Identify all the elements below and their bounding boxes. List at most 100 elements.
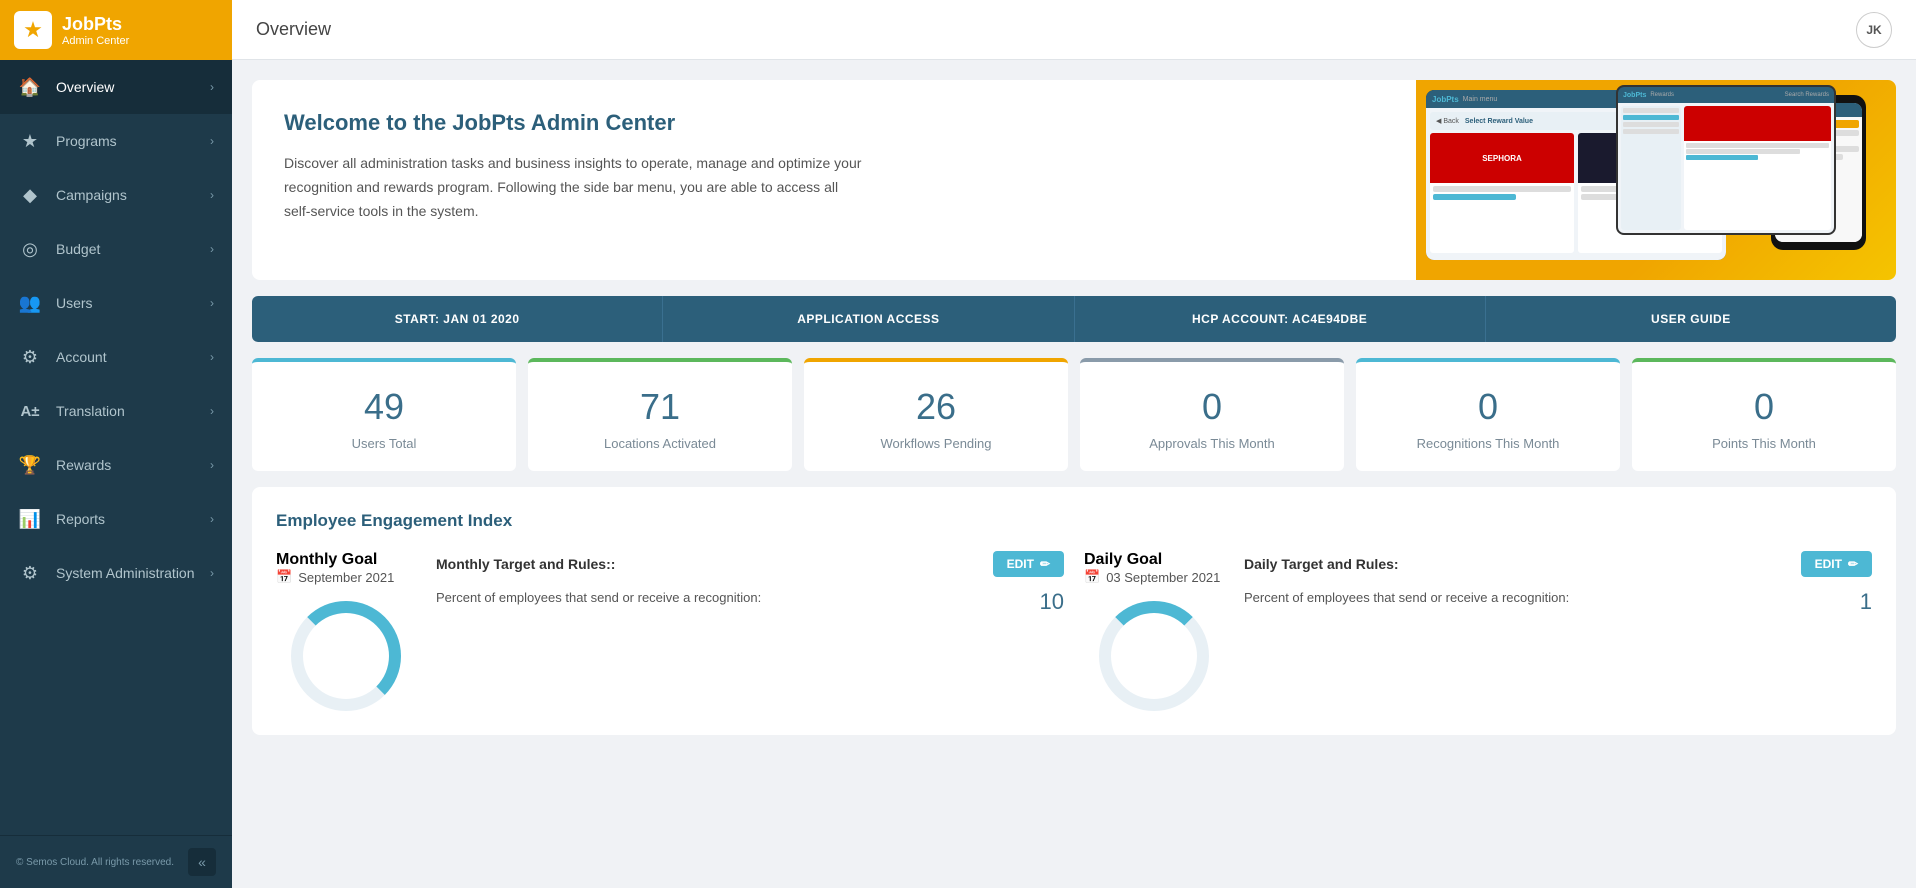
collapse-sidebar-button[interactable]: « — [188, 848, 216, 876]
monthly-rules-column: Monthly Target and Rules:: EDIT ✏ Percen… — [436, 551, 1064, 711]
stat-label-workflows: Workflows Pending — [820, 436, 1052, 451]
app-title: JobPts Admin Center — [62, 14, 129, 47]
chevron-right-icon: › — [210, 350, 214, 364]
stat-label-points: Points This Month — [1648, 436, 1880, 451]
monthly-rules-title: Monthly Target and Rules:: — [436, 556, 615, 572]
trophy-icon: 🏆 — [18, 455, 42, 476]
monthly-goal-date: 📅 September 2021 — [276, 569, 416, 585]
daily-rules-title: Daily Target and Rules: — [1244, 556, 1399, 572]
sidebar-nav: 🏠 Overview › ★ Programs › ◆ Campaigns › … — [0, 60, 232, 835]
system-admin-icon: ⚙ — [18, 563, 42, 584]
daily-rule-label: Percent of employees that send or receiv… — [1244, 589, 1820, 607]
gear-icon: ⚙ — [18, 347, 42, 368]
monthly-rule-label: Percent of employees that send or receiv… — [436, 589, 1012, 607]
chevron-right-icon: › — [210, 512, 214, 526]
engagement-title: Employee Engagement Index — [276, 511, 1872, 531]
welcome-description: Discover all administration tasks and bu… — [284, 152, 864, 223]
daily-rules-column: Daily Target and Rules: EDIT ✏ Percent o… — [1244, 551, 1872, 711]
pencil-icon: ✏ — [1040, 557, 1050, 571]
daily-rule-value: 1 — [1832, 589, 1872, 615]
welcome-image: JobPts Main menu Admin Panel ▾ Anna Will… — [1416, 80, 1896, 280]
home-icon: 🏠 — [18, 77, 42, 98]
monthly-goal-column: Monthly Goal 📅 September 2021 — [276, 551, 416, 711]
app-name: JobPts — [62, 14, 129, 35]
pencil-icon: ✏ — [1848, 557, 1858, 571]
topbar: Overview JK — [232, 0, 1916, 60]
monthly-edit-label: EDIT — [1007, 557, 1034, 571]
welcome-title: Welcome to the JobPts Admin Center — [284, 110, 1384, 136]
sidebar-item-campaigns[interactable]: ◆ Campaigns › — [0, 168, 232, 222]
action-bar: START: JAN 01 2020 APPLICATION ACCESS HC… — [252, 296, 1896, 342]
calendar-icon: 📅 — [1084, 569, 1100, 585]
sidebar-item-translation[interactable]: A± Translation › — [0, 384, 232, 438]
stat-number-workflows: 26 — [820, 386, 1052, 428]
stat-number-approvals: 0 — [1096, 386, 1328, 428]
sidebar: ★ JobPts Admin Center 🏠 Overview › ★ Pro… — [0, 0, 232, 888]
content-area: Welcome to the JobPts Admin Center Disco… — [232, 60, 1916, 888]
stat-number-users: 49 — [268, 386, 500, 428]
monthly-rules-header: Monthly Target and Rules:: EDIT ✏ — [436, 551, 1064, 577]
reports-icon: 📊 — [18, 509, 42, 530]
daily-goal-circle — [1099, 601, 1209, 711]
footer-text: © Semos Cloud. All rights reserved. — [16, 857, 174, 868]
sidebar-item-programs[interactable]: ★ Programs › — [0, 114, 232, 168]
stat-card-recognitions: 0 Recognitions This Month — [1356, 358, 1620, 471]
chevron-right-icon: › — [210, 458, 214, 472]
budget-icon: ◎ — [18, 239, 42, 260]
monthly-engagement: Monthly Goal 📅 September 2021 Monthly Ta… — [276, 551, 1064, 711]
stat-card-approvals: 0 Approvals This Month — [1080, 358, 1344, 471]
welcome-banner: Welcome to the JobPts Admin Center Disco… — [252, 80, 1896, 280]
monthly-rule-row: Percent of employees that send or receiv… — [436, 589, 1064, 615]
chevron-right-icon: › — [210, 188, 214, 202]
stat-card-workflows: 26 Workflows Pending — [804, 358, 1068, 471]
daily-rules-header: Daily Target and Rules: EDIT ✏ — [1244, 551, 1872, 577]
sidebar-item-users[interactable]: 👥 Users › — [0, 276, 232, 330]
sidebar-item-reports[interactable]: 📊 Reports › — [0, 492, 232, 546]
monthly-goal-label: Monthly Goal — [276, 551, 416, 569]
user-avatar[interactable]: JK — [1856, 12, 1892, 48]
page-title: Overview — [256, 19, 331, 40]
monthly-edit-button[interactable]: EDIT ✏ — [993, 551, 1064, 577]
sidebar-item-budget[interactable]: ◎ Budget › — [0, 222, 232, 276]
daily-engagement: Daily Goal 📅 03 September 2021 Daily Tar… — [1084, 551, 1872, 711]
campaigns-icon: ◆ — [18, 185, 42, 206]
stat-card-users: 49 Users Total — [252, 358, 516, 471]
daily-edit-label: EDIT — [1815, 557, 1842, 571]
main-content: Overview JK Welcome to the JobPts Admin … — [232, 0, 1916, 888]
monthly-goal-circle — [291, 601, 401, 711]
action-bar-start-date[interactable]: START: JAN 01 2020 — [252, 296, 663, 342]
stat-number-points: 0 — [1648, 386, 1880, 428]
stat-label-users: Users Total — [268, 436, 500, 451]
logo-icon: ★ — [14, 11, 52, 49]
daily-goal-label: Daily Goal — [1084, 551, 1224, 569]
stat-number-recognitions: 0 — [1372, 386, 1604, 428]
action-bar-hcp-account[interactable]: HCP ACCOUNT: AC4E94DBE — [1075, 296, 1486, 342]
daily-rule-row: Percent of employees that send or receiv… — [1244, 589, 1872, 615]
translation-icon: A± — [18, 403, 42, 420]
users-icon: 👥 — [18, 293, 42, 314]
daily-goal-column: Daily Goal 📅 03 September 2021 — [1084, 551, 1224, 711]
sidebar-item-rewards[interactable]: 🏆 Rewards › — [0, 438, 232, 492]
chevron-right-icon: › — [210, 296, 214, 310]
app-subtitle: Admin Center — [62, 35, 129, 47]
chevron-right-icon: › — [210, 80, 214, 94]
calendar-icon: 📅 — [276, 569, 292, 585]
star-icon: ★ — [18, 131, 42, 152]
stat-label-locations: Locations Activated — [544, 436, 776, 451]
chevron-right-icon: › — [210, 404, 214, 418]
stats-row: 49 Users Total 71 Locations Activated 26… — [252, 358, 1896, 471]
monthly-rule-value: 10 — [1024, 589, 1064, 615]
sidebar-footer: © Semos Cloud. All rights reserved. « — [0, 835, 232, 888]
sidebar-item-account[interactable]: ⚙ Account › — [0, 330, 232, 384]
sidebar-item-system-admin[interactable]: ⚙ System Administration › — [0, 546, 232, 600]
chevron-right-icon: › — [210, 566, 214, 580]
sidebar-item-overview[interactable]: 🏠 Overview › — [0, 60, 232, 114]
chevron-right-icon: › — [210, 134, 214, 148]
action-bar-app-access[interactable]: APPLICATION ACCESS — [663, 296, 1074, 342]
daily-edit-button[interactable]: EDIT ✏ — [1801, 551, 1872, 577]
stat-label-approvals: Approvals This Month — [1096, 436, 1328, 451]
chevron-right-icon: › — [210, 242, 214, 256]
action-bar-user-guide[interactable]: USER GUIDE — [1486, 296, 1896, 342]
stat-label-recognitions: Recognitions This Month — [1372, 436, 1604, 451]
sidebar-header: ★ JobPts Admin Center — [0, 0, 232, 60]
